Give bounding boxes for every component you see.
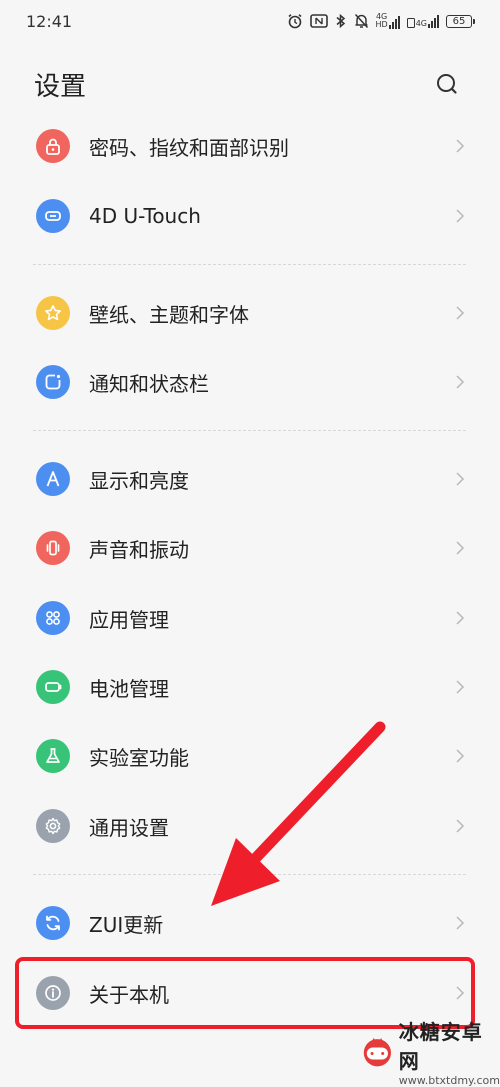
watermark: 冰糖安卓网 www.btxtdmy.com — [360, 1020, 500, 1087]
nfc-icon — [309, 14, 328, 28]
battery-icon: 65 — [446, 14, 475, 28]
search-icon[interactable] — [434, 71, 460, 97]
section-divider — [33, 264, 466, 265]
flask-icon — [36, 739, 70, 773]
status-icons: 4G HD 4G 65 — [287, 13, 475, 29]
chevron-right-icon — [456, 680, 465, 694]
chevron-right-icon — [456, 611, 465, 625]
settings-item-battery[interactable]: 电池管理 — [0, 653, 500, 721]
mute-icon — [354, 13, 368, 29]
chevron-right-icon — [456, 472, 465, 486]
settings-item-label: 电池管理 — [89, 676, 169, 701]
settings-item-display[interactable]: 显示和亮度 — [0, 445, 500, 513]
hd-label: HD — [375, 20, 388, 29]
settings-item-notifications[interactable]: 通知和状态栏 — [0, 348, 500, 416]
display-icon — [36, 462, 70, 496]
battery-level: 65 — [452, 15, 466, 27]
settings-item-label: 壁纸、主题和字体 — [89, 302, 249, 327]
status-bar: 12:41 4G HD 4G 65 — [0, 0, 500, 42]
settings-item-label: 通用设置 — [89, 815, 169, 840]
bluetooth-icon — [336, 13, 345, 29]
status-time: 12:41 — [26, 11, 73, 31]
network-type-2: 4G — [415, 19, 427, 28]
settings-item-sound[interactable]: 声音和振动 — [0, 514, 500, 582]
chevron-right-icon — [456, 541, 465, 555]
watermark-name: 冰糖安卓网 — [398, 1020, 483, 1073]
update-icon — [36, 906, 70, 940]
settings-item-security[interactable]: 密码、指纹和面部识别 — [0, 112, 500, 180]
signal-bars-2-icon — [428, 14, 439, 28]
gear-icon — [36, 809, 70, 843]
settings-item-label: 密码、指纹和面部识别 — [89, 135, 289, 160]
header: 设置 — [0, 62, 500, 106]
settings-item-4d-utouch[interactable]: 4D U-Touch — [0, 182, 500, 250]
settings-item-lab[interactable]: 实验室功能 — [0, 722, 500, 790]
chevron-right-icon — [456, 916, 465, 930]
lock-icon — [36, 129, 70, 163]
settings-item-apps[interactable]: 应用管理 — [0, 584, 500, 652]
chevron-right-icon — [456, 749, 465, 763]
signal-bars-1-icon — [388, 15, 400, 29]
sim-icon — [406, 18, 415, 28]
chevron-right-icon — [456, 375, 465, 389]
settings-item-label: ZUI更新 — [89, 912, 164, 937]
chevron-right-icon — [456, 209, 465, 223]
settings-item-label: 应用管理 — [89, 607, 169, 632]
settings-item-wallpaper[interactable]: 壁纸、主题和字体 — [0, 279, 500, 347]
section-divider — [33, 430, 466, 431]
notification-icon — [36, 365, 70, 399]
star-icon — [36, 296, 70, 330]
signal-1: 4G HD — [376, 13, 400, 29]
settings-item-label: 实验室功能 — [89, 745, 189, 770]
alarm-icon — [287, 14, 302, 29]
chevron-right-icon — [456, 306, 465, 320]
vibration-icon — [36, 531, 70, 565]
settings-item-general[interactable]: 通用设置 — [0, 792, 500, 860]
battery-icon — [36, 670, 70, 704]
settings-item-label: 声音和振动 — [89, 537, 189, 562]
section-divider — [33, 874, 466, 875]
page-title: 设置 — [34, 72, 87, 102]
settings-item-label: 显示和亮度 — [89, 468, 189, 493]
settings-item-zui-update[interactable]: ZUI更新 — [0, 889, 500, 957]
signal-2: 4G — [406, 14, 439, 28]
watermark-logo-icon — [363, 1037, 391, 1066]
chevron-right-icon — [456, 819, 465, 833]
watermark-url: www.btxtdmy.com — [398, 1074, 500, 1087]
settings-item-label: 4D U-Touch — [89, 204, 201, 228]
apps-icon — [36, 601, 70, 635]
chevron-right-icon — [456, 139, 465, 153]
settings-item-label: 通知和状态栏 — [89, 371, 209, 396]
touch-icon — [36, 199, 70, 233]
